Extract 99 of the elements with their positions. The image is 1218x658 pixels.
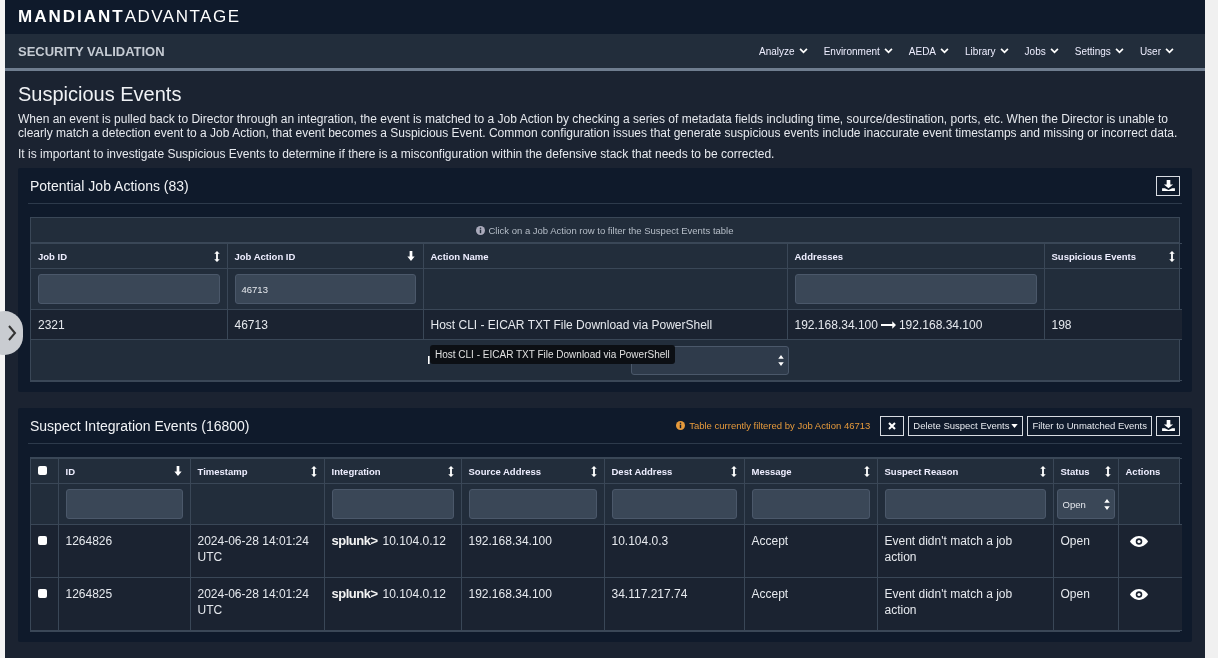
sort-icon[interactable]	[863, 465, 870, 477]
chevron-down-icon	[999, 48, 1009, 54]
chevron-down-icon	[1165, 48, 1174, 54]
chevron-down-icon	[1049, 48, 1059, 54]
sort-icon[interactable]	[447, 465, 454, 477]
sort-icon[interactable]	[1104, 465, 1111, 477]
tooltip: Host CLI - EICAR TXT File Download via PowerShell	[430, 345, 675, 364]
chevron-down-icon	[1114, 48, 1124, 54]
column-header[interactable]: Timestamp	[197, 465, 248, 477]
panel-title: Potential Job Actions (83)	[30, 177, 189, 194]
close-icon	[888, 421, 897, 430]
eye-icon[interactable]	[1129, 536, 1148, 547]
table-cell: 46713	[234, 317, 268, 332]
toolbar-button[interactable]: Delete Suspect Events	[908, 415, 1024, 436]
caret-icon	[1011, 423, 1019, 428]
column-header[interactable]: Addresses	[794, 250, 844, 262]
table-cell: Accept	[751, 534, 789, 548]
updown-caret-icon	[1103, 498, 1110, 510]
download-icon	[1161, 180, 1175, 191]
download-button[interactable]	[1156, 415, 1180, 436]
column-header[interactable]: Job ID	[38, 250, 68, 262]
chevron-down-icon	[883, 48, 893, 54]
table-cell: 2024-06-28 14:01:24 UTC	[197, 534, 309, 564]
column-header[interactable]: Action Name	[430, 250, 489, 262]
chevron-down-icon	[940, 48, 950, 54]
download-button[interactable]	[1156, 175, 1180, 196]
table-cell: Host CLI - EICAR TXT File Download via PowerShell	[430, 317, 713, 332]
table-cell: Event didn't match a job action	[884, 534, 1013, 564]
filter-field[interactable]	[38, 274, 220, 304]
description-text: When an event is pulled back to Director through an integration, the event is matched to a Job Action by checking a series of metadata fields including time, source/destination, ports, etc. When the Director is unable to clearly match a detection event to a Job Action, that event becomes a Suspicious Event. Common configuration issues that generate suspicious events include inaccurate event timestamps and missing or incorrect data.	[18, 112, 1179, 140]
column-header[interactable]: Suspect Reason	[884, 465, 959, 477]
clear-filter-button[interactable]	[880, 415, 905, 436]
column-header[interactable]: ID	[65, 465, 75, 477]
integration-logo: splunk>	[331, 533, 378, 549]
table-cell: 192.168.34.100	[898, 317, 983, 332]
table-cell: 192.168.34.100	[468, 587, 552, 601]
sort-icon[interactable]	[1039, 465, 1046, 477]
sort-down-icon[interactable]	[172, 466, 183, 476]
table-cell: 198	[1051, 317, 1072, 332]
nav-menu[interactable]: Settings	[1066, 45, 1132, 57]
table-cell: 2321	[38, 317, 65, 332]
panel-title: Suspect Integration Events (16800)	[30, 417, 250, 434]
table-cell: 10.104.0.12	[382, 533, 446, 549]
nav-menu[interactable]: Library	[957, 45, 1017, 57]
column-header[interactable]: Job Action ID	[234, 250, 296, 262]
hint-text: Click on a Job Action row to filter the Suspect Events table	[488, 224, 734, 236]
filter-field[interactable]	[611, 489, 737, 519]
description-text: It is important to investigate Suspicious Events to determine if there is a misconfiguration within the defensive stack that needs to be corrected.	[18, 147, 776, 161]
sort-icon[interactable]	[1169, 250, 1175, 262]
filter-field[interactable]	[794, 274, 1037, 304]
nav-menu[interactable]: AEDA	[900, 45, 958, 57]
table-cell: Open	[1060, 534, 1090, 548]
chevron-right-icon	[7, 325, 17, 341]
filter-note: Table currently filtered by Job Action 46713	[689, 420, 871, 431]
table-cell: 192.168.34.100	[794, 317, 878, 332]
sort-icon[interactable]	[310, 465, 317, 477]
info-icon	[676, 421, 686, 430]
column-header[interactable]: Message	[751, 465, 792, 477]
eye-icon[interactable]	[1129, 589, 1148, 600]
table-cell: Accept	[751, 587, 789, 601]
table-cell: 34.117.217.74	[611, 587, 688, 601]
filter-field[interactable]	[884, 489, 1046, 519]
filter-field[interactable]	[331, 489, 454, 519]
app-title: SECURITY VALIDATION	[18, 43, 165, 59]
row-checkbox[interactable]	[38, 536, 47, 545]
download-icon	[1161, 420, 1175, 431]
updown-caret-icon	[778, 354, 784, 366]
filter-field[interactable]	[65, 489, 183, 519]
column-header[interactable]: Integration	[331, 465, 381, 477]
select-all-checkbox[interactable]	[38, 465, 47, 475]
table-cell: Open	[1060, 587, 1090, 601]
filter-field[interactable]: 46713	[234, 274, 416, 304]
table-cell: Event didn't match a job action	[884, 587, 1013, 617]
table-cell: 1264825	[65, 587, 113, 601]
chevron-down-icon	[798, 48, 808, 54]
info-icon	[476, 225, 486, 235]
nav-menu[interactable]: Analyze	[751, 45, 816, 57]
status-select[interactable]: Open	[1056, 489, 1115, 519]
filter-field[interactable]	[751, 489, 870, 519]
sort-icon[interactable]	[213, 250, 220, 262]
table-cell: 10.104.0.12	[382, 586, 446, 602]
filter-field[interactable]	[468, 489, 597, 519]
nav-menu[interactable]: Jobs	[1016, 45, 1067, 57]
toolbar-button[interactable]: Filter to Unmatched Events	[1027, 415, 1152, 436]
brand-logo: MANDIANTADVANTAGE	[18, 7, 241, 27]
table-cell: 192.168.34.100	[468, 534, 552, 548]
integration-logo: splunk>	[331, 586, 378, 602]
scrollbar[interactable]	[1205, 0, 1218, 658]
table-cell: 2024-06-28 14:01:24 UTC	[197, 587, 309, 617]
nav-menu[interactable]: Environment	[815, 45, 901, 57]
table-cell: 1264826	[65, 534, 113, 548]
sort-icon[interactable]	[730, 465, 737, 477]
nav-menu[interactable]: User	[1131, 45, 1182, 57]
sort-icon[interactable]	[590, 465, 597, 477]
table-cell: 10.104.0.3	[611, 534, 669, 548]
row-checkbox[interactable]	[38, 589, 47, 598]
sort-down-icon[interactable]	[405, 251, 416, 261]
page-title: Suspicious Events	[18, 83, 183, 106]
arrow-right-icon	[880, 320, 896, 329]
